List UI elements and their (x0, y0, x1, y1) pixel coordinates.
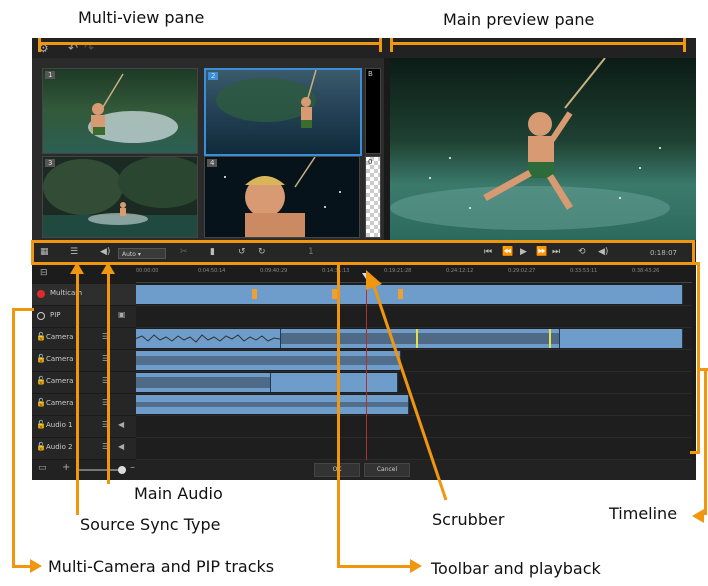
ruler-tick: 00:00:00 (136, 268, 159, 274)
camera-number: 4 (207, 159, 218, 167)
tracks-arrow-stem (12, 565, 32, 568)
clip-edge-marker (549, 329, 551, 348)
bracket-main-preview-end (683, 38, 686, 52)
track-header-audio-2[interactable]: 🔓 Audio 2 ☰ ◀ (32, 438, 136, 460)
slot-label: 0 (368, 158, 373, 166)
camera-2-thumbnail (206, 70, 360, 154)
ruler-tick: 0:38:43:26 (632, 268, 660, 274)
bracket-multi-view-end (379, 38, 382, 52)
camera-number: 3 (45, 159, 56, 167)
callout-main-audio: Main Audio (134, 484, 223, 503)
pip-settings-icon[interactable]: ▣ (118, 310, 126, 319)
callout-source-sync: Source Sync Type (80, 515, 221, 534)
track-header-audio-1[interactable]: 🔓 Audio 1 ☰ ◀ (32, 416, 136, 438)
speaker-icon[interactable]: ◀ (118, 442, 124, 451)
slot-label: B (368, 70, 373, 78)
lock-icon[interactable]: 🔓 (36, 420, 46, 429)
lock-icon[interactable]: 🔓 (36, 332, 46, 341)
ruler-tick: 0:04:50:14 (198, 268, 226, 274)
timeline-arrowhead (692, 509, 704, 523)
bracket-multi-view (38, 42, 382, 45)
main-preview-pane (390, 58, 696, 240)
bracket-timeline-end (690, 262, 700, 265)
toolbar-arrowhead (410, 559, 422, 573)
lock-icon[interactable]: 🔓 (36, 376, 46, 385)
bracket-tracks (12, 308, 15, 568)
multi-view-pane: 1 2 B 3 4 0 (32, 58, 384, 240)
track-header-camera-4[interactable]: 🔓 Camera ☰ (32, 394, 136, 416)
callout-tracks: Multi-Camera and PIP tracks (48, 557, 275, 576)
zoom-slider-thumb[interactable] (118, 466, 126, 474)
camera-view-3[interactable]: 3 (42, 156, 198, 238)
zoom-slider[interactable] (76, 466, 126, 474)
tracks-arrowhead (30, 559, 42, 573)
callout-multi-view: Multi-view pane (78, 8, 205, 27)
camera-number: 2 (208, 72, 219, 80)
bracket-toolbar (31, 240, 695, 265)
camera-view-2[interactable]: 2 (204, 68, 362, 156)
lock-icon[interactable]: 🔓 (36, 354, 46, 363)
bracket-main-preview-end (390, 38, 393, 52)
scrubber-arrow (366, 270, 448, 501)
camera-slot-empty[interactable]: 0 (365, 156, 381, 238)
track-label: Audio 2 (46, 443, 73, 451)
track-label: Camera (46, 399, 74, 407)
camera-view-1[interactable]: 1 (42, 68, 198, 154)
fit-timeline-icon[interactable]: ▭ (38, 463, 47, 473)
camera-1-clip[interactable] (136, 329, 281, 348)
switch-marker[interactable] (252, 289, 257, 299)
source-sync-arrow-stem (76, 270, 79, 515)
track-header-camera-1[interactable]: 🔓 Camera ☰ (32, 328, 136, 350)
main-preview-image (390, 58, 696, 240)
bracket-multi-view-end (38, 38, 41, 52)
source-sync-arrowhead (70, 262, 84, 274)
camera-3-thumbnail (43, 157, 197, 237)
track-label: Camera (46, 355, 74, 363)
bracket-timeline-end (690, 451, 700, 454)
bracket-timeline (697, 262, 700, 454)
toolbar-arrow-stem (337, 265, 340, 567)
camera-slot-blank[interactable]: B (365, 68, 381, 154)
track-header-pip[interactable]: PIP ▣ (32, 306, 136, 328)
camera-1-clip[interactable] (560, 329, 683, 348)
camera-4-thumbnail (205, 157, 359, 237)
camera-1-thumbnail (43, 69, 197, 153)
record-icon[interactable] (37, 290, 45, 298)
track-label: PIP (50, 311, 61, 319)
timeline-options-icon[interactable]: ⊟ (40, 268, 48, 278)
menu-bar: ⚙ ↶ ↷ (32, 38, 696, 58)
ruler-tick: 0:09:40:29 (260, 268, 288, 274)
main-audio-arrowhead (101, 262, 115, 274)
speaker-icon[interactable]: ◀ (118, 420, 124, 429)
track-header-multicam[interactable]: Multicam (32, 284, 136, 306)
ruler-tick: 0:14:31:13 (322, 268, 350, 274)
camera-3-clip[interactable] (136, 373, 271, 392)
timeline-arrow-stem (704, 368, 707, 515)
callout-scrubber: Scrubber (432, 510, 505, 529)
track-label: Camera (46, 333, 74, 341)
main-audio-arrow-stem (107, 270, 110, 484)
track-label: Camera (46, 377, 74, 385)
bracket-tracks-end (12, 308, 34, 311)
zoom-out-icon[interactable]: – (130, 462, 135, 473)
lock-icon[interactable]: 🔓 (36, 442, 46, 451)
callout-main-preview: Main preview pane (443, 10, 595, 29)
lock-icon[interactable]: 🔓 (36, 398, 46, 407)
camera-number: 1 (45, 71, 56, 79)
track-header-camera-3[interactable]: 🔓 Camera ☰ (32, 372, 136, 394)
ruler-tick: 0:33:53:11 (570, 268, 598, 274)
callout-toolbar: Toolbar and playback (431, 559, 601, 578)
ruler-tick: 0:29:02:27 (508, 268, 536, 274)
zoom-in-icon[interactable]: + (62, 462, 70, 473)
pip-radio-icon[interactable] (37, 312, 45, 320)
camera-view-4[interactable]: 4 (204, 156, 360, 238)
track-header-camera-2[interactable]: 🔓 Camera ☰ (32, 350, 136, 372)
toolbar-arrow-stem (337, 565, 413, 568)
bracket-main-preview (390, 42, 686, 45)
callout-timeline: Timeline (609, 504, 678, 523)
track-label: Audio 1 (46, 421, 73, 429)
